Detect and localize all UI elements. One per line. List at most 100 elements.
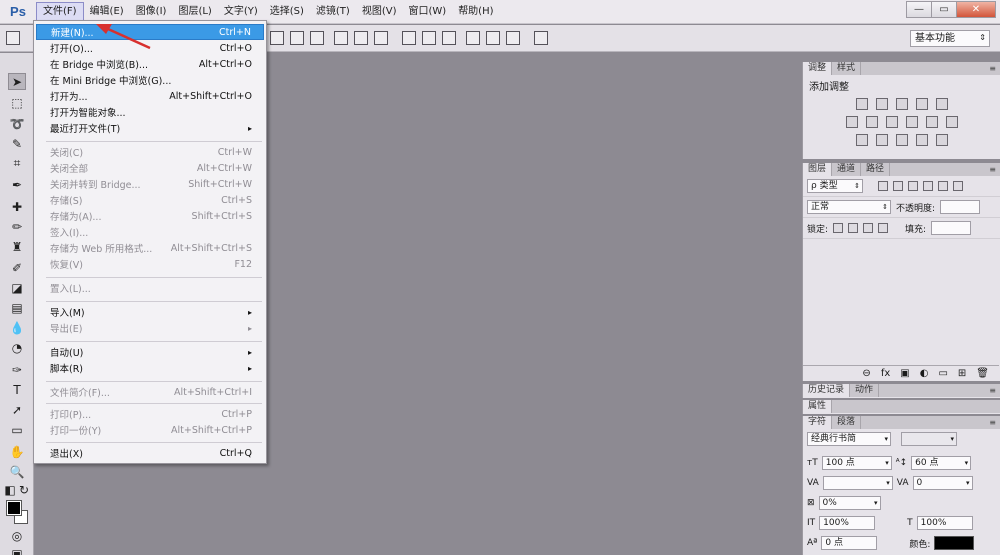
- fill-field[interactable]: [931, 221, 972, 235]
- marquee-tool-icon[interactable]: ⬚: [8, 94, 26, 111]
- menu-item-revert[interactable]: 恢复(V) F12: [36, 256, 264, 272]
- rectangle-tool-icon[interactable]: ▭: [8, 421, 26, 438]
- menu-edit[interactable]: 编辑(E): [84, 2, 130, 22]
- text-color-swatch[interactable]: [934, 536, 975, 550]
- quick-select-tool-icon[interactable]: ✎: [8, 135, 26, 152]
- history-brush-tool-icon[interactable]: ✐: [8, 259, 26, 276]
- menu-item-check-in[interactable]: 签入(I)...: [36, 224, 264, 240]
- menu-item-close-go-bridge[interactable]: 关闭并转到 Bridge... Shift+Ctrl+W: [36, 176, 264, 192]
- selective-color-icon[interactable]: [915, 134, 928, 146]
- distribute-right-icon[interactable]: [506, 31, 520, 45]
- opacity-field[interactable]: [940, 200, 981, 214]
- dodge-tool-icon[interactable]: ◔: [8, 339, 26, 356]
- hand-tool-icon[interactable]: ✋: [8, 443, 26, 460]
- tab-adjustments[interactable]: 调整: [803, 62, 833, 75]
- distribute-vcenter-icon[interactable]: [422, 31, 436, 45]
- channel-mixer-icon[interactable]: [925, 116, 938, 128]
- invert-icon[interactable]: [855, 134, 868, 146]
- brush-tool-icon[interactable]: ✏: [8, 218, 26, 235]
- menu-item-save[interactable]: 存储(S) Ctrl+S: [36, 192, 264, 208]
- menu-item-print[interactable]: 打印(P)... Ctrl+P: [36, 406, 264, 422]
- tab-properties[interactable]: 属性: [803, 400, 833, 413]
- menu-item-browse-bridge[interactable]: 在 Bridge 中浏览(B)... Alt+Ctrl+O: [36, 56, 264, 72]
- menu-item-recent-files[interactable]: 最近打开文件(T) ▸: [36, 120, 264, 136]
- gradient-tool-icon[interactable]: ▤: [8, 299, 26, 316]
- font-style-select[interactable]: ▾: [901, 432, 957, 446]
- menu-view[interactable]: 视图(V): [356, 2, 403, 22]
- levels-icon[interactable]: [875, 98, 888, 110]
- font-family-select[interactable]: 经典行书简 ▾: [807, 432, 891, 446]
- filter-pixel-icon[interactable]: [878, 181, 888, 191]
- menu-item-open[interactable]: 打开(O)... Ctrl+O: [36, 40, 264, 56]
- workspace-select[interactable]: 基本功能 ⇕: [910, 30, 990, 47]
- align-hcenter-icon[interactable]: [354, 31, 368, 45]
- menu-item-automate[interactable]: 自动(U) ▸: [36, 344, 264, 360]
- kerning-select[interactable]: ▾: [822, 476, 893, 490]
- swap-colors-icon[interactable]: ↻: [18, 481, 30, 498]
- menu-item-place[interactable]: 置入(L)...: [36, 280, 264, 296]
- menu-item-import[interactable]: 导入(M) ▸: [36, 304, 264, 320]
- menu-item-export[interactable]: 导出(E) ▸: [36, 320, 264, 336]
- menu-item-file-info[interactable]: 文件简介(F)... Alt+Shift+Ctrl+I: [36, 384, 264, 400]
- distribute-hcenter-icon[interactable]: [486, 31, 500, 45]
- layer-filter-select[interactable]: ρ 类型 ⇕: [807, 179, 863, 193]
- posterize-icon[interactable]: [875, 134, 888, 146]
- menu-item-open-smart-object[interactable]: 打开为智能对象...: [36, 104, 264, 120]
- screen-mode-icon[interactable]: ▣: [8, 545, 26, 555]
- tracking-select[interactable]: 0 ▾: [912, 476, 973, 490]
- menu-window[interactable]: 窗口(W): [402, 2, 452, 22]
- filter-adjustment-icon[interactable]: [893, 181, 903, 191]
- default-colors-icon[interactable]: ◧: [4, 481, 16, 498]
- menu-item-save-as[interactable]: 存储为(A)... Shift+Ctrl+S: [36, 208, 264, 224]
- filter-type-icon[interactable]: [908, 181, 918, 191]
- move-tool-preset-icon[interactable]: [6, 31, 20, 45]
- menu-item-browse-mini-bridge[interactable]: 在 Mini Bridge 中浏览(G)...: [36, 72, 264, 88]
- menu-file[interactable]: 文件(F): [36, 1, 84, 22]
- new-layer-icon[interactable]: ⊞: [958, 368, 966, 379]
- blur-tool-icon[interactable]: 💧: [8, 319, 26, 336]
- healing-brush-tool-icon[interactable]: ✚: [8, 198, 26, 215]
- quick-mask-icon[interactable]: ◎: [8, 527, 26, 544]
- menu-item-scripts[interactable]: 脚本(R) ▸: [36, 360, 264, 376]
- panel-menu-icon[interactable]: ≡: [989, 64, 996, 73]
- minimize-button[interactable]: —: [906, 1, 932, 18]
- zoom-tool-icon[interactable]: 🔍: [8, 463, 26, 480]
- move-tool-icon[interactable]: ➤: [8, 73, 26, 90]
- maximize-button[interactable]: ▭: [931, 1, 957, 18]
- foreground-color-swatch[interactable]: [6, 500, 22, 516]
- exposure-icon[interactable]: [915, 98, 928, 110]
- align-vcenter-icon[interactable]: [290, 31, 304, 45]
- delete-layer-icon[interactable]: 🗑: [976, 368, 989, 379]
- menu-item-close[interactable]: 关闭(C) Ctrl+W: [36, 144, 264, 160]
- filter-toggle-icon[interactable]: [953, 181, 963, 191]
- gradient-map-icon[interactable]: [935, 134, 948, 146]
- menu-type[interactable]: 文字(Y): [218, 2, 264, 22]
- menu-item-open-as[interactable]: 打开为... Alt+Shift+Ctrl+O: [36, 88, 264, 104]
- menu-filter[interactable]: 滤镜(T): [310, 2, 356, 22]
- menu-select[interactable]: 选择(S): [264, 2, 310, 22]
- align-right-icon[interactable]: [374, 31, 388, 45]
- align-bottom-icon[interactable]: [310, 31, 324, 45]
- type-tool-icon[interactable]: T: [8, 381, 26, 398]
- horizontal-scale-field[interactable]: 100%: [916, 516, 973, 530]
- eyedropper-tool-icon[interactable]: ✒: [8, 176, 26, 193]
- tab-history[interactable]: 历史记录: [803, 384, 851, 397]
- leading-select[interactable]: 60 点 ▾: [911, 456, 972, 470]
- lock-transparent-icon[interactable]: [833, 223, 844, 233]
- lock-image-icon[interactable]: [848, 223, 859, 233]
- threshold-icon[interactable]: [895, 134, 908, 146]
- vibrance-icon[interactable]: [935, 98, 948, 110]
- tab-styles[interactable]: 样式: [832, 62, 862, 75]
- filter-shape-icon[interactable]: [923, 181, 933, 191]
- link-layers-icon[interactable]: ⊖: [862, 368, 870, 379]
- tab-actions[interactable]: 动作: [850, 384, 880, 397]
- clone-stamp-tool-icon[interactable]: ♜: [8, 238, 26, 255]
- color-lookup-icon[interactable]: [945, 116, 958, 128]
- vertical-scale-field[interactable]: 100%: [819, 516, 876, 530]
- lock-position-icon[interactable]: [863, 223, 874, 233]
- tab-paragraph[interactable]: 段落: [832, 416, 862, 429]
- pen-tool-icon[interactable]: ✑: [8, 361, 26, 378]
- crop-tool-icon[interactable]: ⌗: [8, 155, 26, 172]
- menu-item-print-one[interactable]: 打印一份(Y) Alt+Shift+Ctrl+P: [36, 422, 264, 438]
- panel-menu-icon[interactable]: ≡: [989, 386, 996, 395]
